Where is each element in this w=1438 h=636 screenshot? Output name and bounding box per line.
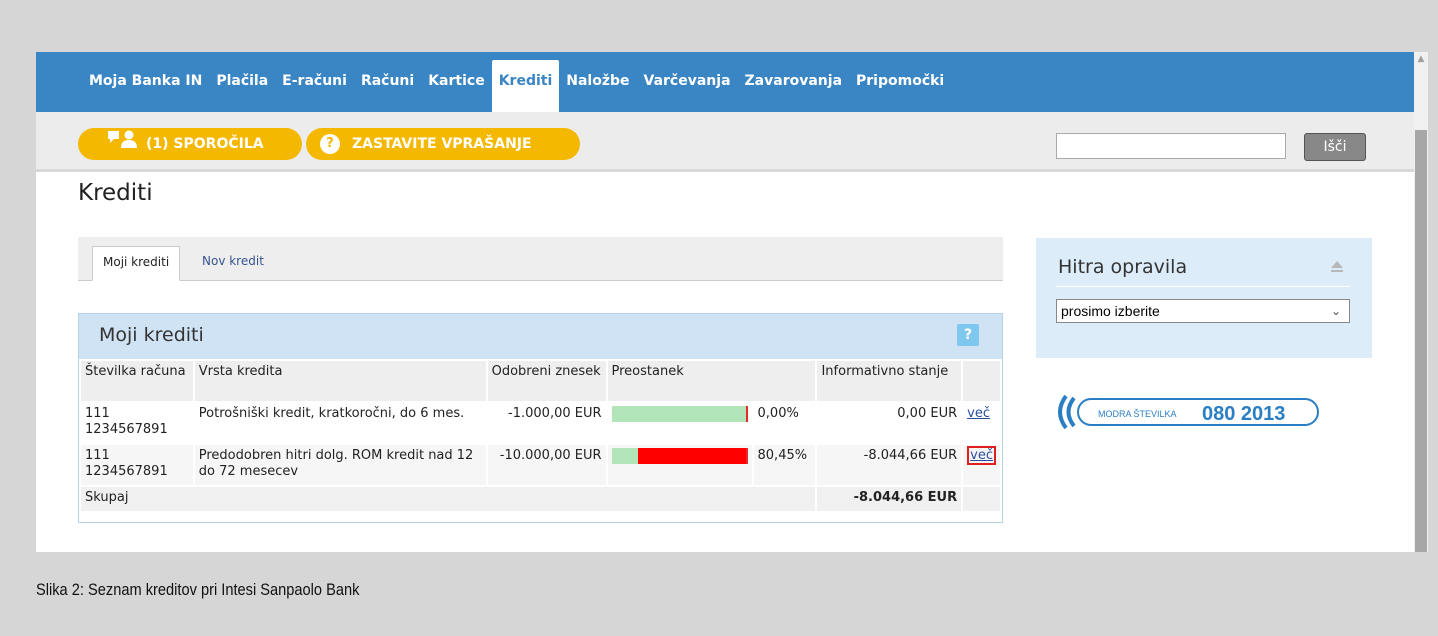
total-value: -8.044,66 EUR bbox=[817, 487, 962, 511]
column-header-balance: Informativno stanje bbox=[817, 361, 962, 401]
remaining-bar bbox=[611, 448, 748, 464]
hotline-logo: MODRA ŠTEVILKA 080 2013 bbox=[1052, 394, 1322, 430]
table-header-row: Številka računa Vrsta kredita Odobreni z… bbox=[81, 361, 1000, 401]
column-header-approved: Odobreni znesek bbox=[487, 361, 606, 401]
quick-task-select[interactable]: prosimo izberite ⌄ bbox=[1056, 299, 1350, 323]
quick-tasks-panel: Hitra opravila prosimo izberite ⌄ bbox=[1036, 238, 1372, 358]
main-navigation: Moja Banka IN Plačila E-računi Računi Ka… bbox=[36, 52, 1414, 112]
vertical-scrollbar[interactable]: ▲ bbox=[1414, 52, 1428, 552]
loan-type: Predodobren hitri dolg. ROM kredit nad 1… bbox=[194, 445, 486, 485]
remaining-percent: 0,00% bbox=[757, 406, 799, 421]
hotline-label: MODRA ŠTEVILKA bbox=[1098, 409, 1177, 419]
divider bbox=[1056, 286, 1350, 287]
nav-item-racuni[interactable]: Računi bbox=[354, 60, 421, 104]
more-cell: več bbox=[963, 403, 1000, 443]
chat-user-icon bbox=[108, 128, 138, 160]
nav-item-nalozbe[interactable]: Naložbe bbox=[559, 60, 636, 104]
more-cell: več bbox=[963, 445, 1000, 485]
remaining-bar bbox=[611, 406, 748, 422]
total-empty-cell bbox=[963, 487, 1000, 511]
loans-panel: Moji krediti ? Številka računa Vrsta kre… bbox=[78, 313, 1003, 523]
scroll-up-arrow-icon[interactable]: ▲ bbox=[1414, 52, 1428, 66]
nav-item-krediti[interactable]: Krediti bbox=[491, 60, 560, 112]
figure-caption: Slika 2: Seznam kreditov pri Intesi Sanp… bbox=[36, 580, 360, 599]
messages-label: (1) SPOROČILA bbox=[146, 136, 264, 152]
question-icon: ? bbox=[320, 134, 340, 154]
remaining-bar-fill bbox=[637, 448, 746, 464]
more-link-highlighted[interactable]: več bbox=[967, 446, 996, 465]
nav-item-zavarovanja[interactable]: Zavarovanja bbox=[738, 60, 849, 104]
search-button[interactable]: Išči bbox=[1304, 133, 1366, 161]
search-input[interactable] bbox=[1056, 133, 1286, 159]
total-row: Skupaj -8.044,66 EUR bbox=[81, 487, 1000, 511]
nav-item-moja-banka[interactable]: Moja Banka IN bbox=[82, 60, 209, 104]
account-number: 111 1234567891 bbox=[81, 445, 193, 485]
tab-moji-krediti[interactable]: Moji krediti bbox=[92, 246, 181, 281]
nav-item-e-racuni[interactable]: E-računi bbox=[275, 60, 354, 104]
page-title: Krediti bbox=[78, 180, 153, 206]
loans-panel-header: Moji krediti ? bbox=[79, 314, 1002, 359]
messages-button[interactable]: (1) SPOROČILA bbox=[78, 128, 302, 160]
column-header-actions bbox=[963, 361, 1000, 401]
balance-amount: -8.044,66 EUR bbox=[817, 445, 962, 485]
collapse-arrow-icon[interactable] bbox=[1330, 258, 1344, 272]
hotline-number: 080 2013 bbox=[1202, 403, 1285, 425]
quick-task-select-value: prosimo izberite bbox=[1061, 303, 1160, 319]
approved-amount: -10.000,00 EUR bbox=[487, 445, 606, 485]
more-link[interactable]: več bbox=[967, 406, 990, 421]
ask-question-label: ZASTAVITE VPRAŠANJE bbox=[352, 136, 532, 152]
browser-window: Moja Banka IN Plačila E-računi Računi Ka… bbox=[36, 52, 1428, 552]
ask-question-button[interactable]: ? ZASTAVITE VPRAŠANJE bbox=[306, 128, 580, 160]
nav-item-kartice[interactable]: Kartice bbox=[421, 60, 492, 104]
quick-tasks-title: Hitra opravila bbox=[1058, 256, 1188, 278]
account-number: 111 1234567891 bbox=[85, 406, 168, 437]
tabs-bar: Moji krediti Nov kredit bbox=[78, 237, 1003, 281]
nav-items: Moja Banka IN Plačila E-računi Računi Ka… bbox=[82, 60, 951, 112]
help-icon[interactable]: ? bbox=[957, 324, 979, 346]
chevron-down-icon: ⌄ bbox=[1330, 304, 1341, 318]
loans-panel-title: Moji krediti bbox=[99, 324, 204, 346]
total-label: Skupaj bbox=[81, 487, 816, 511]
column-header-type: Vrsta kredita bbox=[194, 361, 486, 401]
column-header-account: Številka računa bbox=[81, 361, 193, 401]
tab-nov-kredit[interactable]: Nov kredit bbox=[192, 246, 274, 281]
scroll-thumb[interactable] bbox=[1415, 130, 1427, 552]
table-row: 111 1234567891 Predodobren hitri dolg. RO… bbox=[81, 445, 1000, 485]
nav-item-placila[interactable]: Plačila bbox=[209, 60, 275, 104]
loans-table: Številka računa Vrsta kredita Odobreni z… bbox=[79, 359, 1002, 513]
nav-item-pripomocki[interactable]: Pripomočki bbox=[849, 60, 951, 104]
balance-amount: 0,00 EUR bbox=[897, 406, 958, 421]
column-header-remaining: Preostanek bbox=[607, 361, 816, 401]
remaining-bar-cell bbox=[607, 445, 752, 485]
nav-item-varcevanja[interactable]: Varčevanja bbox=[637, 60, 738, 104]
table-row: 111 1234567891 Potrošniški kredit, kratko… bbox=[81, 403, 1000, 443]
approved-amount: -1.000,00 EUR bbox=[508, 406, 602, 421]
loan-type: Potrošniški kredit, kratkoročni, do 6 me… bbox=[198, 406, 465, 421]
remaining-percent: 80,45% bbox=[753, 445, 816, 485]
remaining-bar-cell bbox=[608, 403, 752, 443]
toolbar: (1) SPOROČILA ? ZASTAVITE VPRAŠANJE Išči bbox=[36, 112, 1414, 172]
